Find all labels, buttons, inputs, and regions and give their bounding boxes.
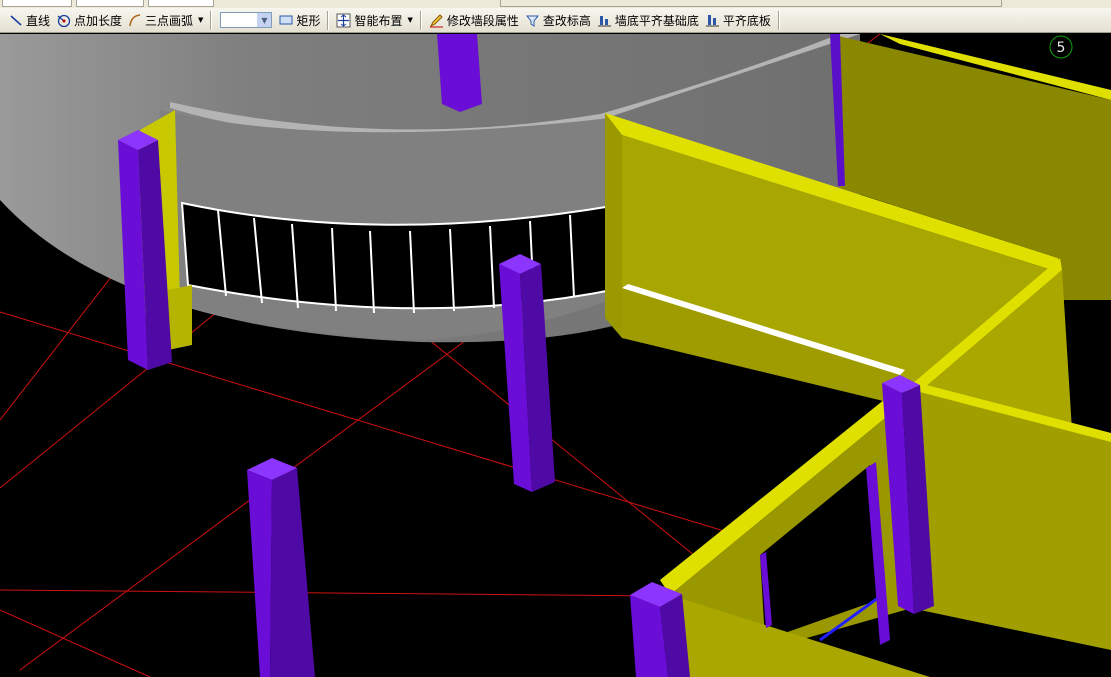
toolbar-separator (419, 10, 422, 30)
arc-dropdown-arrow-icon[interactable]: ▼ (198, 16, 203, 24)
align-slab-button[interactable]: 平齐底板 (702, 10, 774, 31)
line-button-label: 直线 (26, 13, 51, 28)
toolbar-separator (210, 10, 213, 30)
check-elevation-button[interactable]: 查改标高 (522, 10, 594, 31)
3d-viewport[interactable]: B 6 5 (0, 34, 1111, 677)
elevation-icon (525, 15, 539, 27)
toolbar-separator (777, 10, 780, 30)
align-slab-label: 平齐底板 (722, 13, 771, 28)
smart-layout-icon (336, 13, 351, 27)
column[interactable] (630, 582, 690, 677)
drawing-toolbar: 直线 点加长度 三点画弧 ▼ ▼ 矩形 智能布置 ▼ 修改墙段属性 查改标高 墙… (0, 8, 1111, 33)
axis-label-5: 5 (1057, 40, 1066, 56)
column[interactable] (437, 34, 482, 112)
smart-layout-button[interactable]: 智能布置 ▼ (333, 10, 415, 31)
smart-layout-label: 智能布置 (354, 13, 403, 28)
rectangle-label: 矩形 (296, 13, 321, 28)
smart-layout-dropdown-arrow-icon[interactable]: ▼ (407, 16, 412, 24)
three-point-arc-button[interactable]: 三点画弧 ▼ (125, 10, 206, 31)
line-icon (10, 15, 22, 26)
align-bottom-icon (597, 15, 611, 26)
pencil-edit-icon (429, 13, 443, 27)
axis-marker-5: 5 (1049, 35, 1073, 59)
align-wall-foundation-button[interactable]: 墙底平齐基础底 (594, 10, 702, 31)
rectangle-icon (279, 15, 293, 25)
rectangle-button[interactable]: 矩形 (276, 10, 323, 31)
check-elevation-label: 查改标高 (542, 13, 591, 28)
style-combo[interactable]: ▼ (220, 12, 273, 28)
column[interactable] (247, 458, 315, 677)
chevron-down-icon[interactable]: ▼ (257, 13, 272, 27)
align-wall-foundation-label: 墙底平齐基础底 (614, 13, 699, 28)
modify-wall-attributes-button[interactable]: 修改墙段属性 (426, 10, 522, 31)
modify-wall-attributes-label: 修改墙段属性 (446, 13, 519, 28)
add-length-button-label: 点加长度 (74, 13, 123, 28)
three-point-arc-label: 三点画弧 (145, 13, 194, 28)
align-slab-icon (705, 14, 719, 26)
model-canvas[interactable]: B 6 5 (0, 34, 1111, 677)
toolbar-separator (327, 10, 330, 30)
line-button[interactable]: 直线 (6, 10, 53, 31)
add-length-button[interactable]: 点加长度 (53, 10, 125, 31)
point-length-icon (57, 14, 71, 27)
arc-icon (129, 14, 141, 27)
